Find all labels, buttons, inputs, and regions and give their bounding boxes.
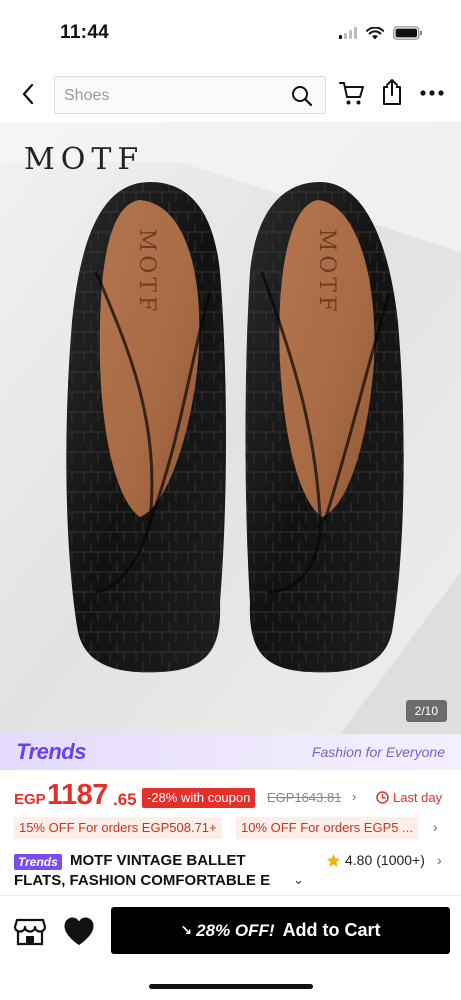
chevron-right-icon[interactable]: › [433,819,438,835]
coupon-chip[interactable]: 15% OFF For orders EGP508.71+ [14,817,222,839]
star-icon [326,853,341,867]
search-icon[interactable] [291,85,313,107]
status-bar: 11:44 [0,0,461,66]
price-currency: EGP [14,791,46,808]
right-shoe: MOTF [245,182,404,673]
shoes-photo: MOTF MOTF [0,122,461,734]
search-placeholder: Shoes [64,87,110,104]
rating-count: (1000+) [376,852,425,868]
coupon-row[interactable]: 15% OFF For orders EGP508.71+ 10% OFF Fo… [0,815,461,841]
original-price[interactable]: EGP1643.81 [267,790,341,805]
insole-logo-right: MOTF [314,229,339,316]
rating[interactable]: 4.80 (1000+) [326,852,425,868]
product-title-line-1: MOTF VINTAGE BALLET [70,852,246,869]
home-indicator[interactable] [149,984,313,989]
chevron-down-icon[interactable]: ⌄ [293,872,304,888]
share-icon[interactable] [381,78,403,106]
price-row: EGP 1187 .65 -28% with coupon EGP1643.81… [0,776,461,814]
clock-icon [376,791,389,804]
cart-icon[interactable] [339,81,365,106]
brand-logo: MOTF [24,142,145,177]
insole-logo-left: MOTF [134,229,159,316]
trends-tagline: Fashion for Everyone [311,744,445,760]
nav-bar: Shoes [0,66,461,122]
chevron-right-icon[interactable]: › [352,789,356,804]
add-to-cart-button[interactable]: ↘ 28% OFF! Add to Cart [111,907,450,954]
chevron-left-icon [22,83,34,105]
trends-badge: Trends [14,854,62,870]
trends-logo: Trends [16,739,86,764]
trends-banner[interactable]: Trends Fashion for Everyone [0,734,461,770]
product-title-line-2: FLATS, FASHION COMFORTABLE E [14,872,271,889]
price-integer: 1187 [47,779,108,811]
price-decimal: .65 [113,790,137,809]
trend-down-icon: ↘ [180,922,193,938]
last-day-badge: Last day [376,790,442,805]
add-to-cart-discount: 28% OFF! [196,920,275,940]
store-icon[interactable] [14,916,46,946]
image-counter: 2/10 [405,700,447,722]
wifi-icon [366,26,384,39]
search-input[interactable]: Shoes [54,76,326,114]
rating-score: 4.80 [345,852,373,868]
bottom-action-bar: ↘ 28% OFF! Add to Cart [0,895,461,965]
cellular-signal-icon [339,27,357,39]
heart-icon[interactable] [63,916,95,946]
coupon-chip[interactable]: 10% OFF For orders EGP5 ... [236,817,418,839]
add-to-cart-label: Add to Cart [282,920,381,940]
last-day-label: Last day [393,790,443,805]
product-title-row[interactable]: Trends MOTF VINTAGE BALLET FLATS, FASHIO… [0,850,461,894]
discount-tag: -28% with coupon [142,788,256,808]
left-shoe: MOTF [66,182,227,673]
status-time: 11:44 [60,22,110,43]
chevron-right-icon[interactable]: › [437,852,442,868]
battery-icon [393,26,422,40]
product-image[interactable]: MOTF MOTF MOTF 2/10 [0,122,461,734]
more-options-icon[interactable] [420,81,444,105]
back-button[interactable] [14,80,42,108]
status-icons [339,26,423,40]
